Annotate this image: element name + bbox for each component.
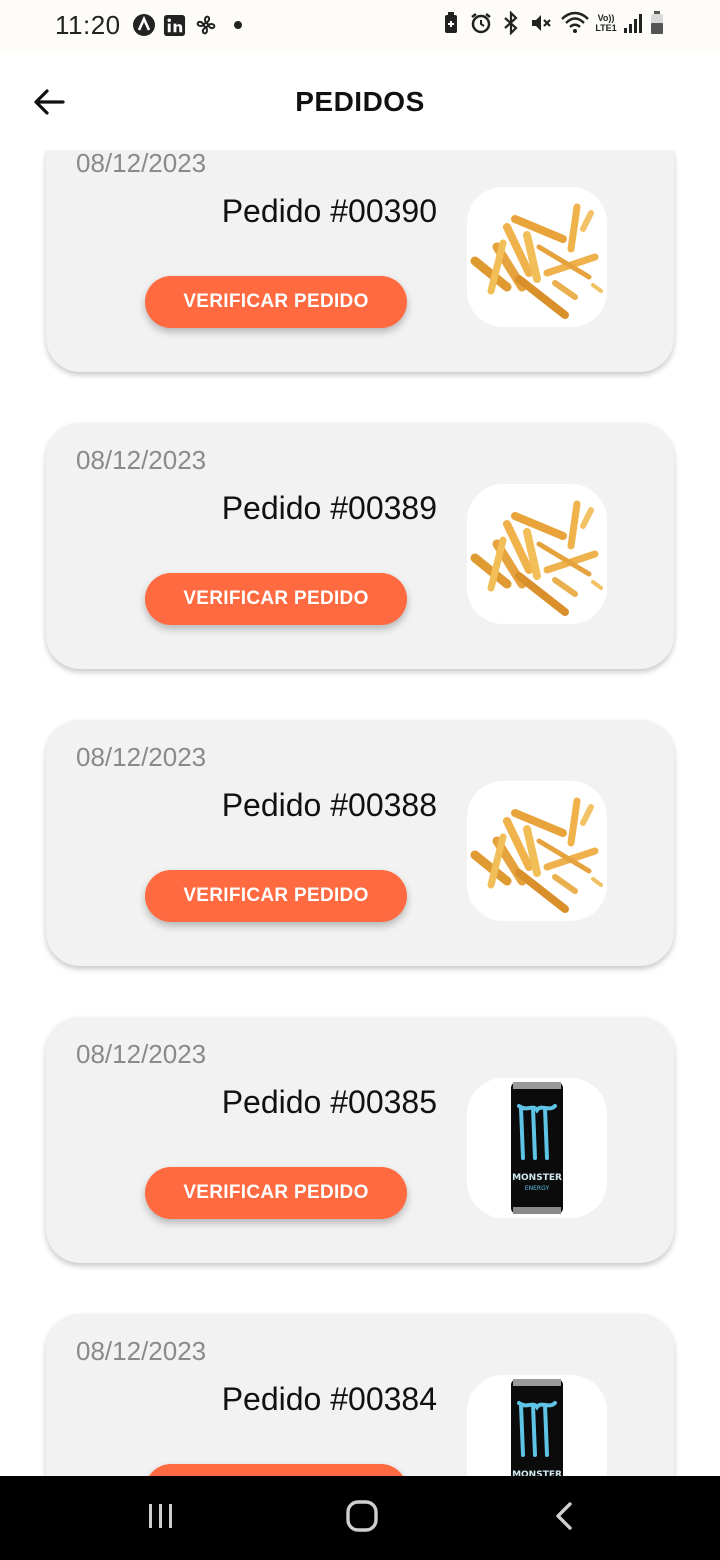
order-card[interactable]: 08/12/2023 Pedido #00390 VERIFICAR PEDIDO: [46, 126, 674, 372]
dot-icon: [232, 12, 244, 38]
recents-button[interactable]: [140, 1498, 182, 1538]
wifi-icon: [560, 10, 590, 36]
app-a-icon: [132, 12, 156, 38]
fries-product-image: [467, 187, 607, 327]
status-bar: 11:20 Vo)) LTE1: [0, 0, 720, 52]
fries-product-image: [467, 781, 607, 921]
energy-drink-product-image: MONSTER ENERGY: [467, 1078, 607, 1218]
volte-icon: Vo)) LTE1: [592, 10, 620, 36]
order-date: 08/12/2023: [76, 148, 207, 178]
alarm-icon: [468, 10, 494, 36]
battery-saver-icon: [442, 10, 460, 36]
order-title: Pedido #00390: [221, 193, 437, 229]
system-nav-bar: [0, 1476, 720, 1560]
home-button[interactable]: [340, 1498, 384, 1538]
order-card[interactable]: 08/12/2023 Pedido #00384 VERIFICAR PEDIDO M…: [46, 1314, 674, 1476]
order-date: 08/12/2023: [76, 742, 207, 772]
linkedin-icon: [162, 12, 186, 38]
energy-drink-product-image: MONSTERENERGY: [467, 1375, 607, 1476]
battery-icon: [648, 10, 666, 36]
order-card[interactable]: 08/12/2023 Pedido #00385 VERIFICAR PEDIDO M…: [46, 1017, 674, 1263]
fan-icon: [194, 12, 218, 38]
order-title: Pedido #00384: [221, 1381, 437, 1417]
fries-product-image: [467, 484, 607, 624]
order-card[interactable]: 08/12/2023 Pedido #00389 VERIFICAR PEDIDO: [46, 423, 674, 669]
order-title: Pedido #00385: [221, 1084, 437, 1120]
order-date: 08/12/2023: [76, 1336, 207, 1366]
verify-order-button[interactable]: VERIFICAR PEDIDO: [145, 1167, 407, 1219]
page-title: PEDIDOS: [295, 86, 425, 117]
recents-icon: [145, 1501, 177, 1536]
signal-icon: [622, 10, 644, 36]
home-icon: [345, 1499, 379, 1538]
verify-order-button[interactable]: VERIFICAR PEDIDO: [145, 276, 407, 328]
order-card[interactable]: 08/12/2023 Pedido #00388 VERIFICAR PEDIDO: [46, 720, 674, 966]
order-title: Pedido #00388: [221, 787, 437, 823]
order-date: 08/12/2023: [76, 1039, 207, 1069]
verify-order-button[interactable]: VERIFICAR PEDIDO: [145, 573, 407, 625]
status-time: 11:20: [55, 10, 121, 40]
volte-label: Vo)) LTE1: [595, 13, 617, 33]
order-title: Pedido #00389: [221, 490, 437, 526]
app-header: PEDIDOS: [0, 52, 720, 150]
back-icon: [553, 1501, 575, 1536]
verify-order-button[interactable]: VERIFICAR PEDIDO: [145, 1464, 407, 1476]
nav-back-button[interactable]: [546, 1498, 582, 1538]
verify-order-button[interactable]: VERIFICAR PEDIDO: [145, 870, 407, 922]
orders-list[interactable]: 08/12/2023 Pedido #00390 VERIFICAR PEDIDO 0…: [0, 126, 720, 1476]
svg-text:ENERGY: ENERGY: [525, 1185, 550, 1192]
bluetooth-icon: [500, 10, 522, 36]
svg-text:MONSTER: MONSTER: [512, 1173, 562, 1183]
mute-icon: [528, 10, 554, 36]
order-date: 08/12/2023: [76, 445, 207, 475]
